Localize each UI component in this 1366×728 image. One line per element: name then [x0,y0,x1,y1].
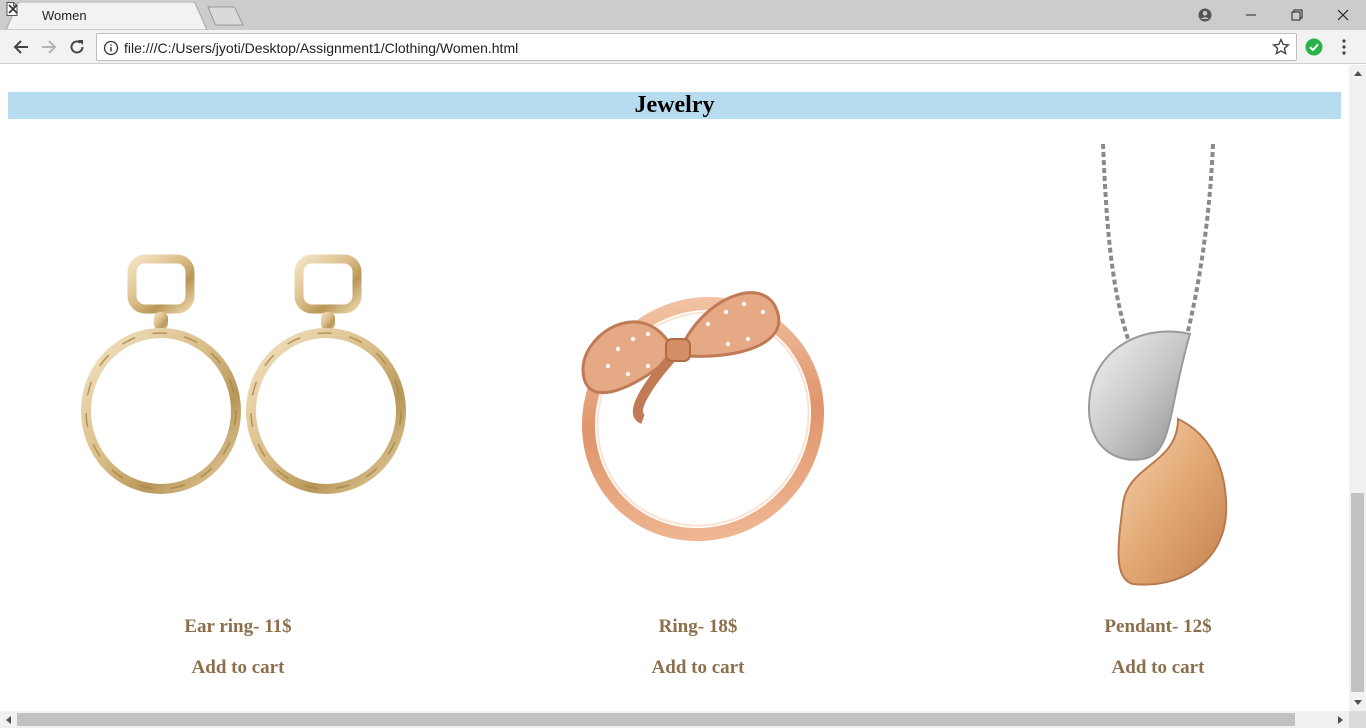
product-name: Pendant- 12$ [1104,616,1212,637]
scroll-up-arrow-icon[interactable] [1349,65,1366,82]
browser-tab[interactable]: Women [6,2,208,30]
add-to-cart-button[interactable]: Add to cart [8,657,468,679]
bookmark-star-icon[interactable] [1272,38,1290,56]
horizontal-scrollbar[interactable] [0,711,1349,728]
window-close-button[interactable] [1320,0,1366,30]
pendant-image [1087,144,1228,586]
earrings-image [81,254,406,494]
product-name: Ring- 18$ [658,616,738,637]
back-arrow-icon [13,40,28,54]
browser-menu-icon[interactable] [1336,38,1352,56]
restore-button[interactable] [1274,0,1320,30]
page-viewport: Jewelry Ear ring- 11$ Add to cart Ring- … [0,65,1349,711]
scroll-left-arrow-icon[interactable] [0,711,17,728]
ring-image [581,277,825,542]
new-tab-button[interactable] [206,6,246,26]
reload-button[interactable] [65,35,89,59]
reload-icon [70,40,84,54]
address-bar[interactable]: file:///C:/Users/jyoti/Desktop/Assignmen… [96,33,1297,61]
add-to-cart-button[interactable]: Add to cart [928,657,1349,679]
vertical-scrollbar[interactable] [1349,65,1366,711]
vertical-scroll-thumb[interactable] [1351,493,1364,692]
extension-check-icon[interactable] [1305,38,1323,56]
back-button[interactable] [9,35,33,59]
profile-icon[interactable] [1182,0,1228,30]
url-text[interactable]: file:///C:/Users/jyoti/Desktop/Assignmen… [124,40,518,56]
scroll-down-arrow-icon[interactable] [1349,694,1366,711]
forward-arrow-icon [42,40,57,54]
tab-close-icon[interactable] [6,2,20,16]
tab-title: Women [42,8,87,23]
scroll-right-arrow-icon[interactable] [1332,711,1349,728]
add-to-cart-button[interactable]: Add to cart [468,657,928,679]
tab-strip: Women [0,0,1366,30]
browser-toolbar: file:///C:/Users/jyoti/Desktop/Assignmen… [0,30,1366,64]
forward-button[interactable] [37,35,61,59]
product-name: Ear ring- 11$ [184,616,292,637]
horizontal-scroll-thumb[interactable] [17,713,1295,726]
scrollbar-corner [1349,711,1366,728]
minimize-button[interactable] [1228,0,1274,30]
section-heading: Jewelry [8,92,1341,119]
info-icon[interactable] [103,40,119,56]
